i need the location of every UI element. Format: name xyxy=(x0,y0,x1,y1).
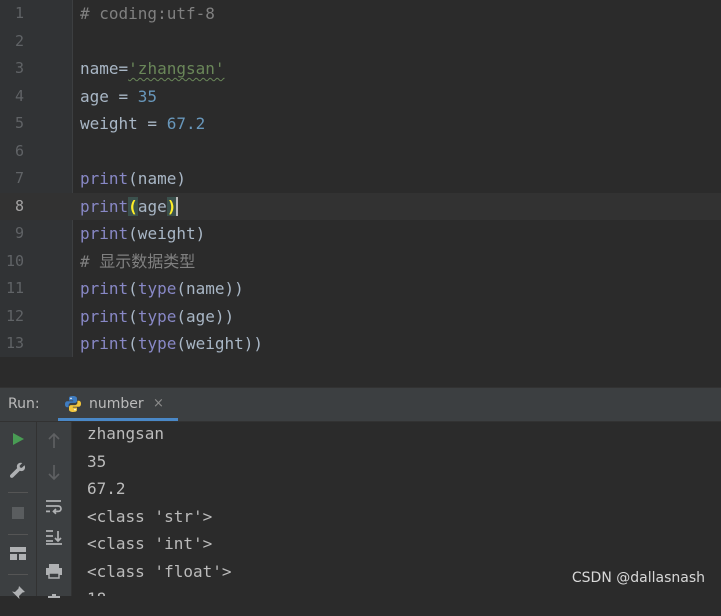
stop-icon[interactable] xyxy=(0,498,36,528)
run-tool-window-header: Run: number × xyxy=(0,388,721,422)
code-text: # 显示数据类型 xyxy=(80,251,196,271)
code-line[interactable]: 4 age = 35 xyxy=(0,83,721,111)
line-number: 2 xyxy=(14,31,24,50)
print-icon[interactable] xyxy=(36,556,72,586)
code-text: name='zhangsan' xyxy=(80,59,225,78)
code-line[interactable]: 11 print(type(name)) xyxy=(0,275,721,303)
run-tab-number[interactable]: number × xyxy=(58,388,178,421)
scroll-to-end-icon[interactable] xyxy=(36,522,72,552)
line-number: 6 xyxy=(14,141,24,160)
code-line[interactable]: 2 xyxy=(0,28,721,56)
code-line[interactable]: 5 weight = 67.2 xyxy=(0,110,721,138)
line-number: 13 xyxy=(5,334,24,352)
layout-icon[interactable] xyxy=(0,539,36,569)
toolbar-separator xyxy=(8,534,28,535)
toolbar-separator xyxy=(8,492,28,493)
python-icon xyxy=(64,395,82,413)
code-text: print(type(age)) xyxy=(80,306,235,326)
console-output-line: 67.2 xyxy=(87,479,126,498)
line-number: 11 xyxy=(5,279,24,297)
watermark: CSDN @dallasnash xyxy=(571,570,705,586)
line-number: 12 xyxy=(5,306,24,325)
up-arrow-icon[interactable] xyxy=(36,426,72,456)
pin-icon[interactable] xyxy=(0,578,36,608)
run-toolbar-secondary xyxy=(36,422,72,598)
line-number: 4 xyxy=(14,86,24,105)
line-number: 8 xyxy=(14,196,24,215)
code-line[interactable]: 3 name='zhangsan' xyxy=(0,55,721,83)
code-line[interactable]: 9 print(weight) xyxy=(0,220,721,248)
wrench-icon[interactable] xyxy=(0,456,36,486)
code-text: print(name) xyxy=(80,169,186,188)
toolbar-separator xyxy=(8,574,28,575)
down-arrow-icon[interactable] xyxy=(36,457,72,487)
code-line[interactable]: 7 print(name) xyxy=(0,165,721,193)
code-text: print(type(weight)) xyxy=(80,334,264,353)
code-text: print(type(name)) xyxy=(80,279,244,298)
run-label: Run: xyxy=(8,396,40,412)
console-output-line: 35 xyxy=(87,451,107,471)
code-line[interactable]: 1 # coding:utf-8 xyxy=(0,0,721,28)
code-text: # coding:utf-8 xyxy=(80,4,215,23)
code-line[interactable]: 10 # 显示数据类型 xyxy=(0,248,721,276)
console-output-line: zhangsan xyxy=(87,424,165,443)
close-icon[interactable]: × xyxy=(153,396,164,411)
code-text: print(weight) xyxy=(80,224,206,243)
line-number: 3 xyxy=(14,59,24,77)
code-line[interactable]: 13 print(type(weight)) xyxy=(0,330,721,358)
line-number: 5 xyxy=(14,114,24,132)
console-output-line: 18 xyxy=(87,585,106,596)
line-number: 9 xyxy=(14,224,24,242)
line-number: 7 xyxy=(14,169,24,187)
code-line[interactable]: 12 print(type(age)) xyxy=(0,303,721,331)
delete-icon[interactable] xyxy=(36,586,72,616)
run-tab-label: number xyxy=(89,396,144,412)
rerun-icon[interactable] xyxy=(0,424,36,454)
code-editor[interactable]: 1 # coding:utf-8 2 3 name='zhangsan' 4 a… xyxy=(0,0,721,357)
code-line-current[interactable]: 8 print(age) xyxy=(0,192,721,220)
console-output-line: <class 'float'> xyxy=(87,561,232,581)
line-number: 10 xyxy=(5,251,24,270)
console-output-line: <class 'int'> xyxy=(87,534,213,553)
editor-run-splitter[interactable] xyxy=(0,357,721,388)
code-text: print(age) xyxy=(80,196,179,216)
console-output-line: <class 'str'> xyxy=(87,506,213,526)
soft-wrap-icon[interactable] xyxy=(36,492,72,522)
code-text: weight = 67.2 xyxy=(80,114,206,133)
code-text: age = 35 xyxy=(80,86,158,106)
code-line[interactable]: 6 xyxy=(0,138,721,166)
run-toolbar-primary xyxy=(0,422,37,599)
line-number: 1 xyxy=(14,4,24,22)
